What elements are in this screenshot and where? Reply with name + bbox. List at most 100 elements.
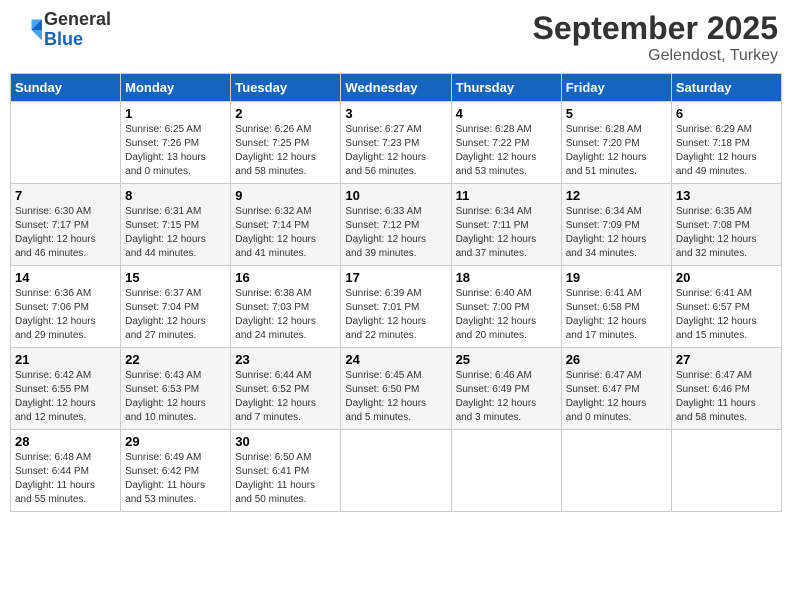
header-row: SundayMondayTuesdayWednesdayThursdayFrid…	[11, 74, 782, 102]
day-info: Sunrise: 6:50 AMSunset: 6:41 PMDaylight:…	[235, 451, 336, 507]
calendar-cell: 29 Sunrise: 6:49 AMSunset: 6:42 PMDayligh…	[121, 430, 231, 512]
day-info: Sunrise: 6:38 AMSunset: 7:03 PMDaylight:…	[235, 287, 336, 343]
day-info: Sunrise: 6:34 AMSunset: 7:11 PMDaylight:…	[456, 205, 557, 261]
calendar-cell: 17 Sunrise: 6:39 AMSunset: 7:01 PMDayligh…	[341, 266, 451, 348]
calendar-week-2: 7Sunrise: 6:30 AMSunset: 7:17 PMDaylight…	[11, 184, 782, 266]
day-number: 3	[345, 106, 446, 121]
calendar-table: SundayMondayTuesdayWednesdayThursdayFrid…	[10, 73, 782, 512]
calendar-body: 1 Sunrise: 6:25 AMSunset: 7:26 PMDaylight…	[11, 102, 782, 512]
calendar-cell: 5Sunrise: 6:28 AMSunset: 7:20 PMDaylight…	[561, 102, 671, 184]
logo-icon	[14, 16, 42, 44]
calendar-cell	[451, 430, 561, 512]
day-number: 20	[676, 270, 777, 285]
day-number: 9	[235, 188, 336, 203]
calendar-cell: 19Sunrise: 6:41 AMSunset: 6:58 PMDayligh…	[561, 266, 671, 348]
calendar-cell: 14 Sunrise: 6:36 AMSunset: 7:06 PMDayligh…	[11, 266, 121, 348]
calendar-cell: 2 Sunrise: 6:26 AMSunset: 7:25 PMDaylight…	[231, 102, 341, 184]
day-info: Sunrise: 6:37 AMSunset: 7:04 PMDaylight:…	[125, 287, 226, 343]
calendar-cell: 9 Sunrise: 6:32 AMSunset: 7:14 PMDaylight…	[231, 184, 341, 266]
day-info: Sunrise: 6:39 AMSunset: 7:01 PMDaylight:…	[345, 287, 446, 343]
calendar-cell: 23 Sunrise: 6:44 AMSunset: 6:52 PMDayligh…	[231, 348, 341, 430]
day-number: 6	[676, 106, 777, 121]
calendar-cell: 26 Sunrise: 6:47 AMSunset: 6:47 PMDayligh…	[561, 348, 671, 430]
calendar-cell: 6 Sunrise: 6:29 AMSunset: 7:18 PMDaylight…	[671, 102, 781, 184]
day-info: Sunrise: 6:28 AMSunset: 7:22 PMDaylight:…	[456, 123, 557, 179]
day-info: Sunrise: 6:27 AMSunset: 7:23 PMDaylight:…	[345, 123, 446, 179]
logo: General Blue	[14, 10, 111, 50]
day-number: 15	[125, 270, 226, 285]
calendar-cell: 18 Sunrise: 6:40 AMSunset: 7:00 PMDayligh…	[451, 266, 561, 348]
calendar-header: SundayMondayTuesdayWednesdayThursdayFrid…	[11, 74, 782, 102]
calendar-cell: 28 Sunrise: 6:48 AMSunset: 6:44 PMDayligh…	[11, 430, 121, 512]
day-number: 4	[456, 106, 557, 121]
title-block: September 2025 Gelendost, Turkey	[533, 10, 778, 65]
calendar-cell: 3 Sunrise: 6:27 AMSunset: 7:23 PMDaylight…	[341, 102, 451, 184]
calendar-cell: 16 Sunrise: 6:38 AMSunset: 7:03 PMDayligh…	[231, 266, 341, 348]
day-number: 22	[125, 352, 226, 367]
day-number: 25	[456, 352, 557, 367]
location-subtitle: Gelendost, Turkey	[533, 47, 778, 65]
day-info: Sunrise: 6:31 AMSunset: 7:15 PMDaylight:…	[125, 205, 226, 261]
calendar-cell: 7Sunrise: 6:30 AMSunset: 7:17 PMDaylight…	[11, 184, 121, 266]
day-number: 12	[566, 188, 667, 203]
day-number: 2	[235, 106, 336, 121]
calendar-cell: 13Sunrise: 6:35 AMSunset: 7:08 PMDayligh…	[671, 184, 781, 266]
calendar-cell: 27 Sunrise: 6:47 AMSunset: 6:46 PMDayligh…	[671, 348, 781, 430]
day-number: 27	[676, 352, 777, 367]
calendar-week-4: 21Sunrise: 6:42 AMSunset: 6:55 PMDayligh…	[11, 348, 782, 430]
calendar-cell: 15 Sunrise: 6:37 AMSunset: 7:04 PMDayligh…	[121, 266, 231, 348]
day-info: Sunrise: 6:47 AMSunset: 6:46 PMDaylight:…	[676, 369, 777, 425]
day-number: 17	[345, 270, 446, 285]
day-info: Sunrise: 6:46 AMSunset: 6:49 PMDaylight:…	[456, 369, 557, 425]
day-info: Sunrise: 6:44 AMSunset: 6:52 PMDaylight:…	[235, 369, 336, 425]
calendar-cell: 30 Sunrise: 6:50 AMSunset: 6:41 PMDayligh…	[231, 430, 341, 512]
day-number: 30	[235, 434, 336, 449]
day-number: 21	[15, 352, 116, 367]
logo-line2: Blue	[44, 30, 111, 50]
calendar-cell: 12Sunrise: 6:34 AMSunset: 7:09 PMDayligh…	[561, 184, 671, 266]
calendar-cell: 10Sunrise: 6:33 AMSunset: 7:12 PMDayligh…	[341, 184, 451, 266]
day-info: Sunrise: 6:41 AMSunset: 6:58 PMDaylight:…	[566, 287, 667, 343]
day-info: Sunrise: 6:35 AMSunset: 7:08 PMDaylight:…	[676, 205, 777, 261]
day-number: 11	[456, 188, 557, 203]
day-number: 18	[456, 270, 557, 285]
calendar-cell: 22Sunrise: 6:43 AMSunset: 6:53 PMDayligh…	[121, 348, 231, 430]
day-number: 23	[235, 352, 336, 367]
day-info: Sunrise: 6:32 AMSunset: 7:14 PMDaylight:…	[235, 205, 336, 261]
day-info: Sunrise: 6:41 AMSunset: 6:57 PMDaylight:…	[676, 287, 777, 343]
calendar-cell: 20 Sunrise: 6:41 AMSunset: 6:57 PMDayligh…	[671, 266, 781, 348]
month-title: September 2025	[533, 10, 778, 47]
calendar-week-1: 1 Sunrise: 6:25 AMSunset: 7:26 PMDaylight…	[11, 102, 782, 184]
header-cell-sunday: Sunday	[11, 74, 121, 102]
header-cell-wednesday: Wednesday	[341, 74, 451, 102]
calendar-week-3: 14 Sunrise: 6:36 AMSunset: 7:06 PMDayligh…	[11, 266, 782, 348]
day-info: Sunrise: 6:47 AMSunset: 6:47 PMDaylight:…	[566, 369, 667, 425]
calendar-cell	[671, 430, 781, 512]
day-info: Sunrise: 6:33 AMSunset: 7:12 PMDaylight:…	[345, 205, 446, 261]
day-number: 26	[566, 352, 667, 367]
logo-line1: General	[44, 10, 111, 30]
day-number: 16	[235, 270, 336, 285]
day-info: Sunrise: 6:48 AMSunset: 6:44 PMDaylight:…	[15, 451, 116, 507]
day-info: Sunrise: 6:36 AMSunset: 7:06 PMDaylight:…	[15, 287, 116, 343]
header-cell-friday: Friday	[561, 74, 671, 102]
day-info: Sunrise: 6:26 AMSunset: 7:25 PMDaylight:…	[235, 123, 336, 179]
calendar-cell: 21Sunrise: 6:42 AMSunset: 6:55 PMDayligh…	[11, 348, 121, 430]
day-info: Sunrise: 6:29 AMSunset: 7:18 PMDaylight:…	[676, 123, 777, 179]
day-number: 8	[125, 188, 226, 203]
header-cell-thursday: Thursday	[451, 74, 561, 102]
day-number: 1	[125, 106, 226, 121]
calendar-cell: 4 Sunrise: 6:28 AMSunset: 7:22 PMDaylight…	[451, 102, 561, 184]
day-number: 29	[125, 434, 226, 449]
calendar-cell: 1 Sunrise: 6:25 AMSunset: 7:26 PMDaylight…	[121, 102, 231, 184]
day-number: 28	[15, 434, 116, 449]
day-info: Sunrise: 6:40 AMSunset: 7:00 PMDaylight:…	[456, 287, 557, 343]
day-number: 14	[15, 270, 116, 285]
page-header: General Blue September 2025 Gelendost, T…	[10, 10, 782, 65]
header-cell-saturday: Saturday	[671, 74, 781, 102]
day-info: Sunrise: 6:30 AMSunset: 7:17 PMDaylight:…	[15, 205, 116, 261]
day-info: Sunrise: 6:25 AMSunset: 7:26 PMDaylight:…	[125, 123, 226, 179]
day-info: Sunrise: 6:49 AMSunset: 6:42 PMDaylight:…	[125, 451, 226, 507]
calendar-cell: 24Sunrise: 6:45 AMSunset: 6:50 PMDayligh…	[341, 348, 451, 430]
calendar-cell	[11, 102, 121, 184]
